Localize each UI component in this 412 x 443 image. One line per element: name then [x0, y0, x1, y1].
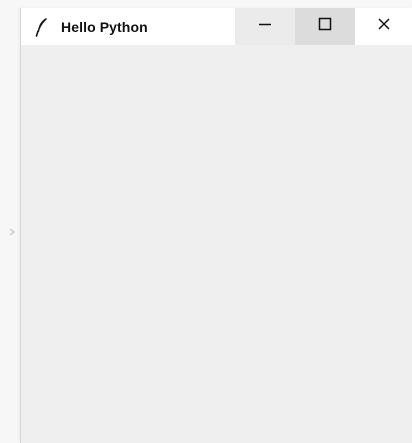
title-bar[interactable]: Hello Python — [21, 8, 412, 45]
resize-arrow-icon — [9, 223, 17, 236]
maximize-icon — [318, 17, 332, 36]
app-window: Hello Python — [20, 8, 412, 443]
maximize-button[interactable] — [295, 8, 355, 45]
window-controls — [235, 8, 412, 45]
window-client-area — [21, 45, 412, 443]
desktop-background: Hello Python — [0, 0, 412, 443]
feather-icon — [33, 17, 51, 37]
minimize-icon — [258, 17, 272, 36]
window-title: Hello Python — [61, 18, 148, 35]
close-button[interactable] — [355, 8, 412, 45]
close-icon — [377, 17, 391, 36]
minimize-button[interactable] — [235, 8, 295, 45]
